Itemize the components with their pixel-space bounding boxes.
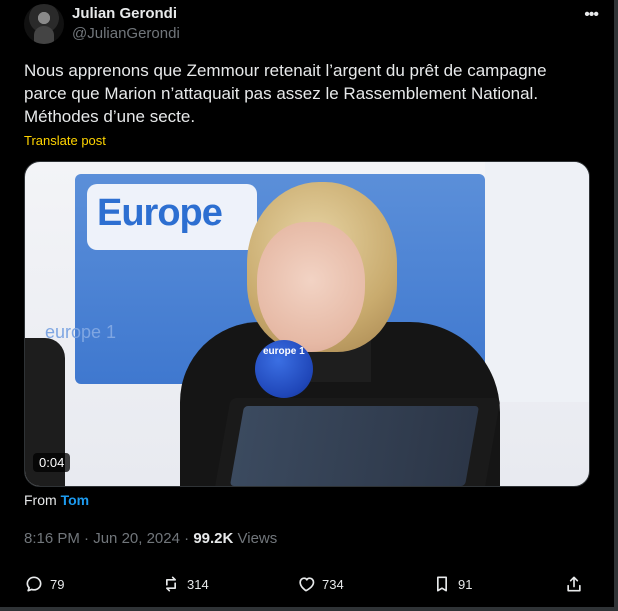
- bookmark-icon: [432, 574, 452, 594]
- bookmark-button[interactable]: 91: [432, 574, 472, 594]
- share-icon: [564, 574, 584, 594]
- share-button[interactable]: [564, 574, 584, 594]
- meta-separator: ·: [184, 530, 190, 547]
- video-duration-badge[interactable]: 0:04: [33, 453, 71, 472]
- post-date[interactable]: Jun 20, 2024: [93, 530, 180, 547]
- repost-button[interactable]: 314: [161, 574, 209, 594]
- video-player[interactable]: Europe europe 1 europe 1 0:04: [24, 161, 590, 487]
- reply-icon: [24, 574, 44, 594]
- microphone-label: europe 1: [263, 346, 305, 357]
- like-button[interactable]: 734: [296, 574, 344, 594]
- like-count: 734: [322, 576, 344, 592]
- reply-button[interactable]: 79: [24, 574, 64, 594]
- post-meta: 8:16 PM · Jun 20, 2024 · 99.2K Views: [24, 530, 277, 547]
- repost-count: 314: [187, 576, 209, 592]
- speaker-face: [257, 222, 365, 352]
- views-label: Views: [237, 530, 278, 547]
- source-prefix: From: [24, 492, 57, 508]
- studio-side-wall: [485, 162, 589, 402]
- author-name[interactable]: Julian Gerondi: [72, 5, 177, 22]
- post-time[interactable]: 8:16 PM: [24, 530, 80, 547]
- europe-logo-text: Europe: [97, 192, 223, 234]
- post-header: Julian Gerondi @JulianGerondi •••: [24, 4, 599, 44]
- source-attribution: From Tom: [24, 492, 89, 508]
- source-link[interactable]: Tom: [61, 492, 90, 508]
- views-count: 99.2K: [193, 530, 234, 547]
- action-bar: 79 314 734 91: [24, 574, 594, 602]
- more-icon[interactable]: •••: [584, 6, 599, 24]
- author-handle[interactable]: @JulianGerondi: [72, 25, 180, 42]
- post-text: Nous apprenons que Zemmour retenait l’ar…: [24, 61, 547, 126]
- meta-separator: ·: [84, 530, 90, 547]
- frame-border-right: [614, 0, 618, 611]
- reply-count: 79: [50, 576, 65, 592]
- backdrop-text: europe 1: [45, 322, 117, 342]
- studio-monitor-screen: [229, 406, 480, 486]
- like-icon: [296, 574, 316, 594]
- translate-post-link[interactable]: Translate post: [24, 133, 106, 148]
- avatar[interactable]: [24, 4, 64, 44]
- frame-border-bottom: [0, 607, 618, 611]
- repost-icon: [161, 574, 181, 594]
- bookmark-count: 91: [458, 576, 473, 592]
